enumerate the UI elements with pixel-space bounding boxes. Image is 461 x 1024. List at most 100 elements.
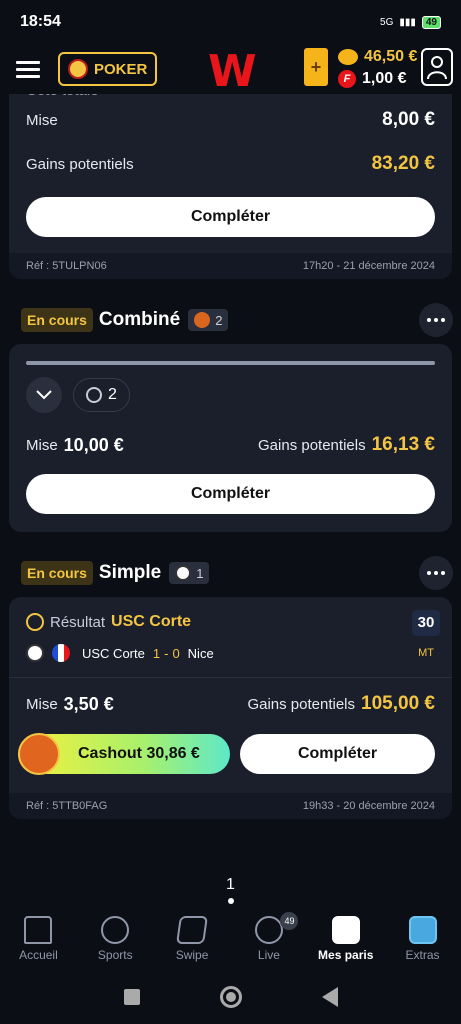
- balances[interactable]: 46,50 € F 1,00 €: [338, 46, 418, 90]
- mise-value: 10,00 €: [63, 434, 124, 455]
- selected-team: USC Corte: [111, 613, 192, 630]
- app-header: POKER W + 46,50 € F 1,00 €: [0, 44, 461, 97]
- menu-icon[interactable]: [16, 60, 40, 78]
- complete-button[interactable]: Compléter: [26, 474, 435, 514]
- balance-cash: 46,50 €: [364, 48, 418, 65]
- signal-icon: ▮▮▮: [399, 16, 416, 28]
- bet-header-2: En cours Combiné 2: [21, 303, 453, 337]
- status-badge: En cours: [21, 308, 93, 332]
- france-flag-icon: [52, 644, 70, 662]
- status-badge: En cours: [21, 561, 93, 585]
- bet-type: Simple: [98, 562, 162, 583]
- gains-label: Gains potentiels: [258, 436, 366, 454]
- cards-icon: [176, 916, 209, 944]
- expand-button[interactable]: [26, 377, 62, 413]
- recents-button[interactable]: [123, 989, 140, 1005]
- battery-icon: 49: [421, 15, 441, 29]
- profile-button[interactable]: [421, 48, 453, 86]
- selection-count: 2: [215, 312, 223, 328]
- mise-value: 8,00 €: [382, 109, 435, 130]
- mise-value: 3,50 €: [63, 693, 114, 714]
- divider: [9, 677, 452, 678]
- bottom-nav: Accueil Sports Swipe 49 Live Mes paris E…: [0, 910, 461, 970]
- score-separator: -: [164, 645, 169, 661]
- back-button[interactable]: [321, 987, 338, 1007]
- poker-label: POKER: [94, 60, 148, 78]
- play-icon: [254, 916, 283, 944]
- status-time: 18:54: [20, 13, 61, 30]
- freebet-icon: F: [338, 70, 356, 88]
- home-button[interactable]: [219, 986, 242, 1008]
- page-indicator: 1: [226, 876, 235, 893]
- match-minute: 30: [412, 610, 440, 636]
- nav-swipe[interactable]: Swipe: [154, 910, 231, 970]
- card-footer: Réf : 5TULPN06 17h20 - 21 décembre 2024: [9, 253, 452, 279]
- winamax-logo[interactable]: W: [208, 46, 257, 97]
- nav-accueil[interactable]: Accueil: [0, 910, 77, 970]
- coins-icon: [338, 49, 358, 65]
- more-options-button[interactable]: [419, 556, 453, 590]
- network-label: 5G: [380, 16, 394, 28]
- sport-chip: 2: [188, 309, 229, 331]
- ticket-icon: [331, 916, 360, 944]
- status-icons: 5G ▮▮▮ 49: [380, 15, 441, 29]
- clock-icon: [86, 387, 102, 403]
- match-period: MT: [418, 647, 434, 659]
- nav-sports[interactable]: Sports: [77, 910, 154, 970]
- bet-header-3: En cours Simple 1: [21, 556, 453, 590]
- home-icon: [24, 916, 53, 944]
- bet-ref: Réf : 5TULPN06: [26, 260, 107, 272]
- nav-live[interactable]: 49 Live: [230, 910, 307, 970]
- football-icon: [26, 644, 44, 662]
- football-icon: [175, 565, 192, 581]
- bet-date: 17h20 - 21 décembre 2024: [302, 260, 435, 272]
- bet-card-3: Résultat USC Corte 30 USC Corte 1 - 0 Ni…: [9, 597, 452, 819]
- balance-freebet: 1,00 €: [362, 70, 407, 87]
- page-dot: [228, 898, 234, 904]
- mise-label: Mise: [26, 436, 58, 454]
- bet-ref: Réf : 5TTB0FAG: [26, 800, 108, 812]
- status-bar: 18:54 5G ▮▮▮ 49: [0, 0, 461, 44]
- nav-label: Accueil: [19, 948, 58, 962]
- nav-mes-paris[interactable]: Mes paris: [307, 910, 384, 970]
- away-score: 0: [172, 645, 180, 661]
- pending-pill: 2: [73, 378, 130, 412]
- add-funds-button[interactable]: +: [304, 48, 328, 86]
- bet-card-2: 2 Mise 10,00 € Gains potentiels 16,13 € …: [9, 344, 452, 532]
- chevron-down-icon: [36, 390, 52, 400]
- nav-label: Sports: [97, 948, 133, 962]
- poker-button[interactable]: POKER: [58, 52, 158, 86]
- gains-value: 83,20 €: [371, 153, 435, 174]
- nav-label: Extras: [405, 948, 440, 962]
- poker-chip-icon: [68, 59, 88, 79]
- cashout-mascot-icon: [18, 733, 60, 775]
- complete-button[interactable]: Compléter: [26, 197, 435, 237]
- nav-extras[interactable]: Extras: [384, 910, 461, 970]
- bet-type: Combiné: [98, 309, 181, 330]
- card-footer: Réf : 5TTB0FAG 19h33 - 20 décembre 2024: [9, 793, 452, 819]
- gains-label: Gains potentiels: [247, 695, 356, 713]
- home-team: USC Corte: [82, 645, 145, 661]
- more-options-button[interactable]: [419, 303, 453, 337]
- gains-value: 105,00 €: [361, 693, 435, 714]
- complete-button[interactable]: Compléter: [240, 734, 435, 774]
- nav-label: Swipe: [175, 948, 209, 962]
- nav-label: Live: [257, 948, 280, 962]
- pending-count: 2: [108, 386, 117, 403]
- gift-icon: [408, 916, 437, 944]
- selection-count: 1: [196, 565, 204, 581]
- basketball-icon: [194, 312, 211, 328]
- clock-icon: [26, 613, 44, 631]
- live-count-badge: 49: [280, 912, 299, 930]
- result-label: Résultat: [50, 613, 106, 631]
- user-icon: [427, 56, 447, 80]
- mise-label: Mise: [26, 111, 58, 129]
- bet-date: 19h33 - 20 décembre 2024: [302, 800, 435, 812]
- away-team: Nice: [187, 645, 214, 661]
- home-score: 1: [152, 645, 161, 661]
- system-nav: [0, 970, 461, 1024]
- progress-bar: [26, 361, 435, 365]
- gains-value: 16,13 €: [371, 434, 435, 455]
- nav-label: Mes paris: [318, 948, 374, 962]
- search-icon: [101, 916, 130, 944]
